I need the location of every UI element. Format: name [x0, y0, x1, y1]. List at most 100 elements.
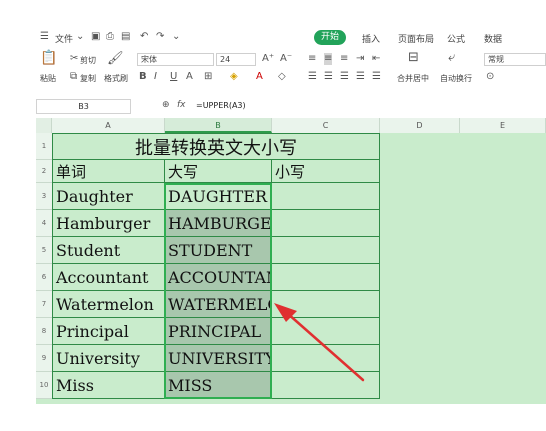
table-cell-lower[interactable]	[272, 291, 380, 318]
font-color-icon[interactable]: A	[256, 71, 263, 83]
column-header-a[interactable]: A	[52, 118, 165, 133]
header-cell-lower[interactable]: 小写	[272, 160, 380, 183]
print-icon[interactable]: ⎙	[106, 31, 114, 42]
copy-button[interactable]: 复制	[80, 73, 96, 84]
row-header[interactable]: 4	[36, 210, 52, 237]
file-menu[interactable]: 文件	[55, 32, 73, 45]
formula-input[interactable]: =UPPER(A3)	[196, 99, 546, 114]
zoom-icon[interactable]: ⊕	[162, 100, 170, 110]
column-header-c[interactable]: C	[272, 118, 380, 133]
table-cell-lower[interactable]	[272, 210, 380, 237]
table-cell-upper[interactable]: MISS	[165, 372, 272, 399]
align-left-icon[interactable]: ☰	[308, 71, 317, 83]
row-header[interactable]: 3	[36, 183, 52, 210]
border-icon[interactable]: ⊞	[204, 71, 212, 83]
font-decrease-icon[interactable]: A⁻	[280, 53, 292, 65]
table-cell-upper[interactable]: ACCOUNTANT	[165, 264, 272, 291]
table-cell-word[interactable]: Principal	[52, 318, 165, 345]
scissors-icon[interactable]: ✂	[70, 53, 78, 65]
tab-insert[interactable]: 插入	[362, 32, 380, 45]
redo-icon[interactable]: ↷	[156, 31, 164, 42]
distribute-icon[interactable]: ☰	[372, 71, 381, 83]
outdent-icon[interactable]: ⇤	[372, 53, 380, 65]
clear-format-icon[interactable]: ◇	[278, 71, 286, 83]
cut-button[interactable]: 剪切	[80, 55, 96, 66]
row-header[interactable]: 7	[36, 291, 52, 318]
undo-icon[interactable]: ↶	[140, 31, 148, 42]
table-cell-upper[interactable]: STUDENT	[165, 237, 272, 264]
preview-icon[interactable]: ▤	[121, 31, 130, 42]
chevron-down-icon[interactable]: ⌄	[172, 31, 180, 42]
row-header[interactable]: 5	[36, 237, 52, 264]
currency-icon[interactable]: ⊙	[486, 71, 494, 83]
align-bottom-icon[interactable]: ≡	[340, 53, 348, 65]
align-right-icon[interactable]: ☰	[340, 71, 349, 83]
row-header[interactable]: 9	[36, 345, 52, 372]
table-cell-upper[interactable]: HAMBURGER	[165, 210, 272, 237]
table-cell-word[interactable]: Miss	[52, 372, 165, 399]
tab-page-layout[interactable]: 页面布局	[398, 32, 434, 45]
copy-icon[interactable]: ⧉	[70, 71, 77, 83]
tab-data[interactable]: 数据	[484, 32, 502, 45]
wrap-icon[interactable]: ⤶	[448, 51, 455, 64]
indent-icon[interactable]: ⇥	[356, 53, 364, 65]
table-cell-word[interactable]: Watermelon	[52, 291, 165, 318]
table-cell-lower[interactable]	[272, 183, 380, 210]
menu-bar: ☰ 文件 ⌄ ▣ ⎙ ▤ ↶ ↷ ⌄ 开始 插入 页面布局 公式 数据	[0, 27, 546, 49]
fx-icon[interactable]: fx	[177, 100, 186, 110]
table-cell-upper[interactable]: WATERMELON	[165, 291, 272, 318]
font-name-select[interactable]: 宋体	[137, 53, 214, 66]
underline-icon[interactable]: U	[170, 71, 177, 83]
row-header[interactable]: 2	[36, 160, 52, 183]
menu-icon[interactable]: ☰	[40, 31, 49, 42]
row-header[interactable]: 6	[36, 264, 52, 291]
tab-formulas[interactable]: 公式	[447, 32, 465, 45]
merge-icon[interactable]: ⊟	[408, 51, 419, 64]
table-cell-upper[interactable]: DAUGHTER	[165, 183, 272, 210]
fill-color-icon[interactable]: ◈	[230, 71, 238, 83]
column-header-e[interactable]: E	[460, 118, 546, 133]
align-middle-icon[interactable]: ≡	[324, 53, 333, 65]
row-header[interactable]: 10	[36, 372, 52, 399]
justify-icon[interactable]: ☰	[356, 71, 365, 83]
chevron-down-icon[interactable]: ⌄	[76, 31, 84, 42]
table-cell-lower[interactable]	[272, 372, 380, 399]
paste-button[interactable]: 粘贴	[40, 73, 56, 84]
auto-wrap-button[interactable]: 自动换行	[440, 73, 472, 84]
tab-home[interactable]: 开始	[314, 30, 346, 45]
table-cell-word[interactable]: University	[52, 345, 165, 372]
merge-center-button[interactable]: 合并居中	[397, 73, 429, 84]
row-header[interactable]: 8	[36, 318, 52, 345]
align-center-icon[interactable]: ☰	[324, 71, 333, 83]
font-increase-icon[interactable]: A⁺	[262, 53, 274, 65]
format-painter-button[interactable]: 格式刷	[104, 73, 128, 84]
table-cell-lower[interactable]	[272, 237, 380, 264]
font-size-select[interactable]: 24	[216, 53, 256, 66]
row-header[interactable]: 1	[36, 133, 52, 160]
strikethrough-icon[interactable]: A	[186, 71, 193, 83]
header-cell-upper[interactable]: 大写	[165, 160, 272, 183]
table-cell-lower[interactable]	[272, 264, 380, 291]
table-cell-lower[interactable]	[272, 318, 380, 345]
align-top-icon[interactable]: ≡	[308, 53, 316, 65]
table-cell-word[interactable]: Accountant	[52, 264, 165, 291]
table-cell-upper[interactable]: UNIVERSITY	[165, 345, 272, 372]
italic-icon[interactable]: I	[154, 71, 157, 83]
number-format-select[interactable]: 常规	[484, 53, 546, 66]
format-painter-icon[interactable]: 🖌	[107, 52, 124, 65]
title-cell[interactable]: 批量转换英文大小写	[52, 133, 380, 160]
table-cell-word[interactable]: Hamburger	[52, 210, 165, 237]
table-cell-lower[interactable]	[272, 345, 380, 372]
formula-bar: B3 ⊕ fx =UPPER(A3)	[0, 97, 546, 117]
table-cell-word[interactable]: Student	[52, 237, 165, 264]
table-cell-word[interactable]: Daughter	[52, 183, 165, 210]
select-all-corner[interactable]	[36, 118, 52, 133]
paste-icon[interactable]: 📋	[40, 51, 57, 65]
bold-icon[interactable]: B	[139, 71, 147, 83]
save-icon[interactable]: ▣	[91, 31, 100, 42]
name-box[interactable]: B3	[36, 99, 131, 114]
table-cell-upper[interactable]: PRINCIPAL	[165, 318, 272, 345]
header-cell-word[interactable]: 单词	[52, 160, 165, 183]
column-header-b[interactable]: B	[165, 118, 272, 133]
column-header-d[interactable]: D	[380, 118, 460, 133]
